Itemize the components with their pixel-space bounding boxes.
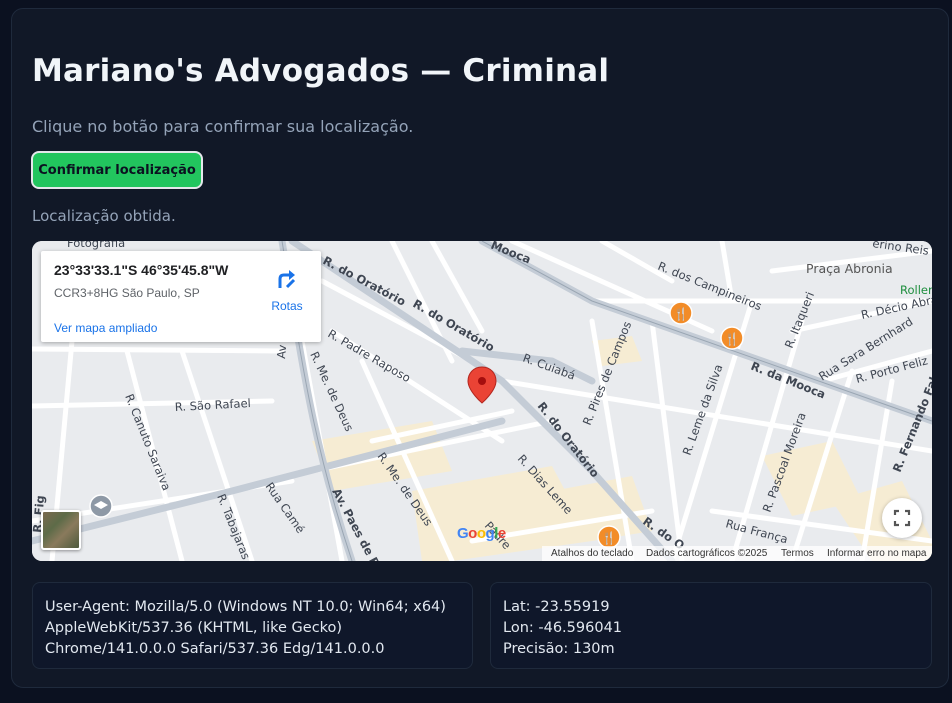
satellite-toggle[interactable] bbox=[41, 510, 81, 550]
directions-button[interactable]: Rotas bbox=[267, 263, 307, 313]
directions-icon bbox=[278, 270, 296, 289]
user-agent-line: User-Agent: Mozilla/5.0 (Windows NT 10.0… bbox=[45, 599, 446, 615]
street-label: Praça Abronia bbox=[806, 261, 893, 276]
restaurant-icon[interactable]: 🍴 bbox=[597, 525, 621, 549]
place-info-card: 23°33'33.1"S 46°35'45.8"W CCR3+8HG São P… bbox=[41, 251, 321, 342]
restaurant-icon[interactable]: 🍴 bbox=[669, 301, 693, 325]
page-title: Mariano's Advogados — Criminal bbox=[32, 53, 610, 89]
user-agent-line: AppleWebKit/537.36 (KHTML, like Gecko) bbox=[45, 620, 343, 636]
view-larger-map-link[interactable]: Ver mapa ampliado bbox=[54, 321, 157, 335]
report-error-link[interactable]: Informar erro no mapa bbox=[827, 548, 927, 559]
map-footer: Atalhos do teclado Dados cartográficos ©… bbox=[542, 546, 932, 561]
svg-text:🍴: 🍴 bbox=[725, 332, 740, 346]
main-card: Mariano's Advogados — Criminal Clique no… bbox=[11, 8, 949, 688]
google-logo: Google bbox=[457, 525, 506, 542]
device-info-panel: User-Agent: Mozilla/5.0 (Windows NT 10.0… bbox=[32, 582, 473, 669]
map-embed[interactable]: R. do Oratório R. do Oratório R. do Orat… bbox=[32, 241, 932, 561]
svg-text:🍴: 🍴 bbox=[674, 307, 689, 321]
restaurant-icon[interactable]: 🍴 bbox=[720, 326, 744, 350]
keyboard-shortcuts-link[interactable]: Atalhos do teclado bbox=[551, 548, 633, 559]
location-info-panel: Lat: -23.55919 Lon: -46.596041 Precisão:… bbox=[490, 582, 932, 669]
place-coordinates: 23°33'33.1"S 46°35'45.8"W bbox=[54, 262, 229, 278]
user-agent-line: Chrome/141.0.0.0 Safari/537.36 Edg/141.0… bbox=[45, 641, 385, 657]
school-icon[interactable] bbox=[89, 494, 113, 518]
location-status: Localização obtida. bbox=[32, 207, 176, 225]
street-label: Av bbox=[274, 344, 289, 359]
confirm-location-button[interactable]: Confirmar localização bbox=[31, 151, 203, 189]
fullscreen-icon bbox=[893, 509, 911, 527]
street-label: Fotografia bbox=[67, 241, 125, 250]
fullscreen-button[interactable] bbox=[882, 498, 922, 538]
latitude-value: Lat: -23.55919 bbox=[503, 599, 610, 615]
precision-value: Precisão: 130m bbox=[503, 641, 615, 657]
longitude-value: Lon: -46.596041 bbox=[503, 620, 623, 636]
terms-link[interactable]: Termos bbox=[781, 548, 814, 559]
directions-label: Rotas bbox=[271, 299, 303, 313]
street-label: Roller bbox=[900, 283, 932, 297]
svg-text:🍴: 🍴 bbox=[602, 531, 617, 545]
page-subtitle: Clique no botão para confirmar sua local… bbox=[32, 117, 414, 136]
map-data-label: Dados cartográficos ©2025 bbox=[646, 548, 768, 559]
place-plus-code: CCR3+8HG São Paulo, SP bbox=[54, 286, 200, 300]
